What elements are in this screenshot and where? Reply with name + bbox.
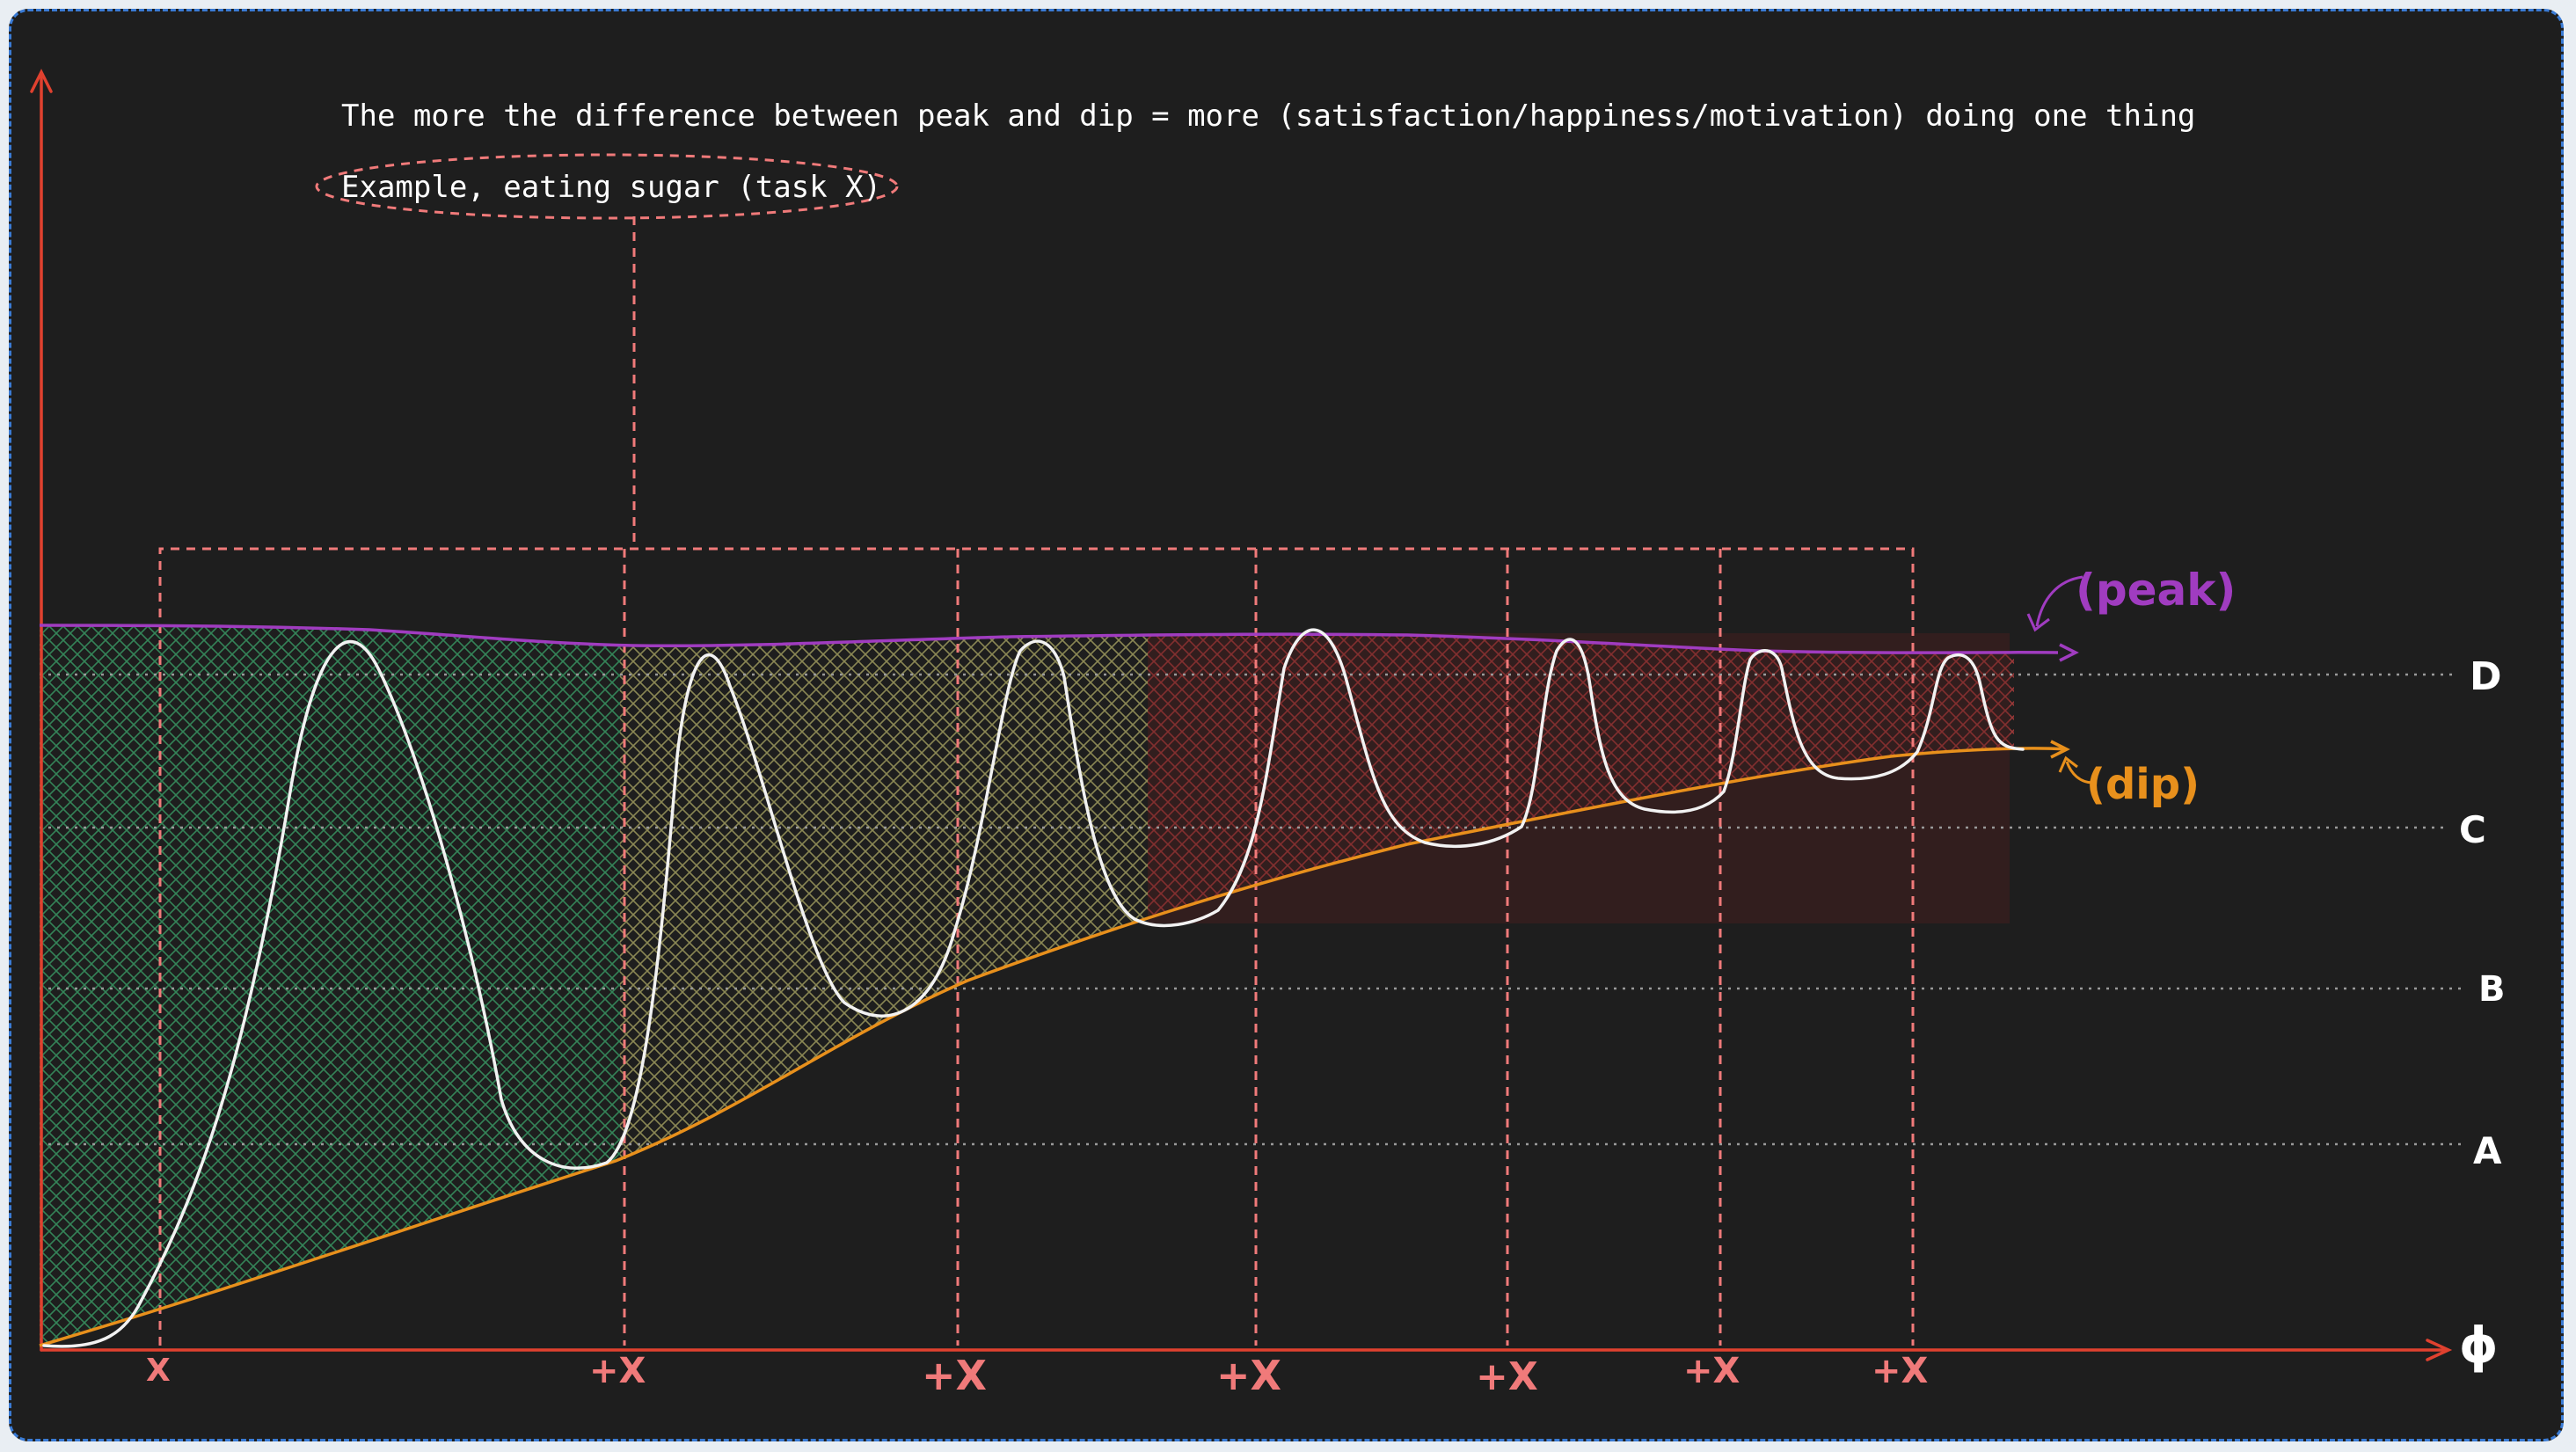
level-d-label: D — [2470, 654, 2502, 699]
dip-label: (dip) — [2086, 760, 2200, 809]
origin-symbol: ϕ — [2459, 1317, 2499, 1375]
event-label: X — [146, 1353, 171, 1389]
event-label: +X — [922, 1352, 987, 1399]
event-label: +X — [589, 1351, 646, 1391]
event-label: +X — [1216, 1352, 1281, 1399]
peak-arrowhead — [2059, 643, 2079, 662]
event-labels: X +X +X +X +X +X +X — [146, 1351, 1929, 1399]
level-a-label: A — [2473, 1129, 2502, 1172]
level-c-label: C — [2459, 808, 2486, 851]
event-label: +X — [1476, 1354, 1538, 1399]
zone-fills — [40, 625, 2014, 1346]
event-label: +X — [1872, 1351, 1929, 1391]
peak-label: (peak) — [2076, 565, 2236, 616]
diagram: The more the difference between peak and… — [30, 69, 2506, 1399]
level-b-label: B — [2478, 969, 2506, 1010]
example-label: Example, eating sugar (task X) — [341, 170, 881, 205]
event-label: +X — [1683, 1351, 1740, 1391]
headline-text: The more the difference between peak and… — [341, 99, 2195, 134]
